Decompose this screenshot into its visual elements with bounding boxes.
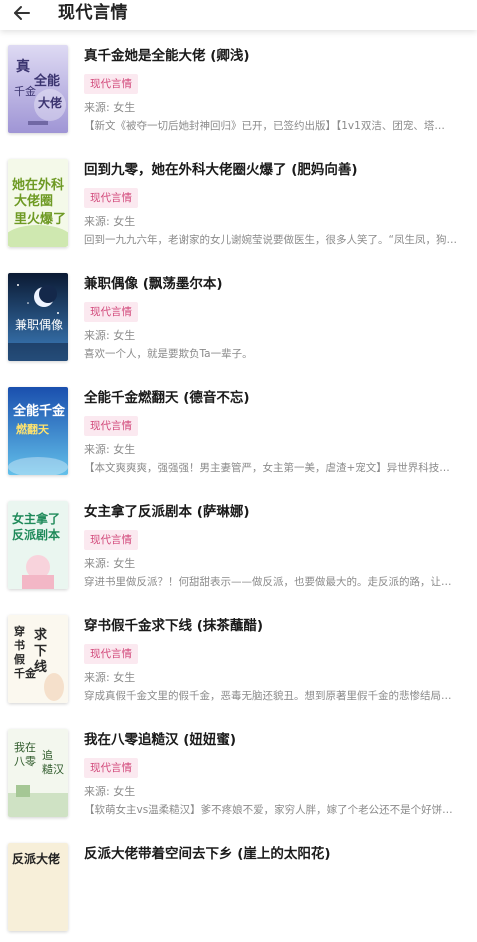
- genre-tag[interactable]: 现代言情: [84, 644, 138, 664]
- cover-image: 真 全能 千金 大佬: [8, 45, 68, 133]
- book-title[interactable]: 全能千金燃翻天 (德音不忘): [84, 389, 469, 407]
- genre-tag[interactable]: 现代言情: [84, 302, 138, 322]
- book-item[interactable]: 反派大佬 反派大佬带着空间去下乡 (崖上的太阳花): [0, 828, 477, 942]
- svg-text:反派大佬: 反派大佬: [12, 851, 60, 866]
- svg-text:大佬: 大佬: [38, 95, 62, 110]
- genre-tag[interactable]: 现代言情: [84, 530, 138, 550]
- book-cover[interactable]: 穿 书 假 千金 求 下 线: [8, 615, 68, 703]
- page-title: 现代言情: [58, 3, 128, 23]
- book-item[interactable]: 我在 八零 追 糙汉 我在八零追糙汉 (妞妞蜜) 现代言情 来源: 女生 【软萌…: [0, 714, 477, 828]
- book-cover[interactable]: 真 全能 千金 大佬: [8, 45, 68, 133]
- genre-tag[interactable]: 现代言情: [84, 188, 138, 208]
- svg-text:全能: 全能: [33, 73, 60, 89]
- svg-text:我在: 我在: [14, 741, 36, 754]
- book-cover[interactable]: 全能千金 燃翻天: [8, 387, 68, 475]
- genre-tag[interactable]: 现代言情: [84, 416, 138, 436]
- book-item[interactable]: 真 全能 千金 大佬 真千金她是全能大佬 (卿浅) 现代言情 来源: 女生 【新…: [0, 30, 477, 144]
- svg-text:下: 下: [34, 644, 47, 659]
- svg-text:真: 真: [16, 58, 30, 75]
- cover-image: 我在 八零 追 糙汉: [8, 729, 68, 817]
- book-item[interactable]: 全能千金 燃翻天 全能千金燃翻天 (德音不忘) 现代言情 来源: 女生 【本文爽…: [0, 372, 477, 486]
- back-button[interactable]: [10, 2, 34, 24]
- svg-text:穿: 穿: [14, 624, 25, 638]
- book-list: 真 全能 千金 大佬 真千金她是全能大佬 (卿浅) 现代言情 来源: 女生 【新…: [0, 30, 477, 942]
- book-item[interactable]: 穿 书 假 千金 求 下 线 穿书假千金求下线 (抹茶蘸醋) 现代言情 来源: …: [0, 600, 477, 714]
- book-item[interactable]: 她在外科 大佬圈 里火爆了 回到九零，她在外科大佬圈火爆了 (肥妈向善) 现代言…: [0, 144, 477, 258]
- arrow-left-icon: [14, 6, 30, 20]
- cover-image: 兼职偶像: [8, 273, 68, 361]
- book-title[interactable]: 女主拿了反派剧本 (萨琳娜): [84, 503, 469, 521]
- app-header: 现代言情: [0, 0, 477, 30]
- svg-text:燃翻天: 燃翻天: [15, 422, 50, 436]
- book-source: 来源: 女生: [84, 215, 136, 228]
- svg-text:糙汉: 糙汉: [42, 762, 64, 776]
- book-intro: 【本文爽爽爽，强强强！男主妻管严，女主第一美，虐渣+宠文】异世界科技…: [84, 462, 450, 474]
- book-intro: 穿成真假千金文里的假千金，恶毒无脑还貌丑。想到原著里假千金的悲惨结局…: [84, 690, 452, 702]
- book-cover[interactable]: 我在 八零 追 糙汉: [8, 729, 68, 817]
- svg-text:线: 线: [34, 659, 47, 675]
- svg-text:她在外科: 她在外科: [12, 177, 64, 193]
- book-title[interactable]: 我在八零追糙汉 (妞妞蜜): [84, 731, 469, 749]
- book-intro: 喜欢一个人，就是要欺负Ta一辈子。: [84, 348, 253, 360]
- svg-text:求: 求: [34, 627, 48, 643]
- svg-text:里火爆了: 里火爆了: [14, 211, 66, 227]
- book-item[interactable]: 女主拿了 反派剧本 女主拿了反派剧本 (萨琳娜) 现代言情 来源: 女生 穿进书…: [0, 486, 477, 600]
- book-title[interactable]: 真千金她是全能大佬 (卿浅): [84, 47, 469, 65]
- svg-text:兼职偶像: 兼职偶像: [15, 318, 63, 332]
- book-source: 来源: 女生: [84, 443, 136, 456]
- book-title[interactable]: 回到九零，她在外科大佬圈火爆了 (肥妈向善): [84, 161, 469, 179]
- genre-tag[interactable]: 现代言情: [84, 758, 138, 778]
- book-source: 来源: 女生: [84, 329, 136, 342]
- svg-text:大佬圈: 大佬圈: [14, 193, 53, 209]
- cover-image: 她在外科 大佬圈 里火爆了: [8, 159, 68, 247]
- svg-text:书: 书: [14, 638, 25, 652]
- book-intro: 穿进书里做反派？！何甜甜表示——做反派，也要做最大的。走反派的路，让…: [84, 576, 452, 588]
- svg-text:假: 假: [14, 652, 26, 666]
- book-intro: 【新文《被夺一切后她封神回归》已开，已签约出版】【1v1双洁、团宠、塔…: [84, 120, 445, 132]
- book-intro: 【软萌女主vs温柔糙汉】爹不疼娘不爱，家穷人胖，嫁了个老公还不是个好饼…: [84, 804, 453, 816]
- book-source: 来源: 女生: [84, 785, 136, 798]
- svg-text:女主拿了: 女主拿了: [12, 511, 60, 526]
- book-cover[interactable]: 女主拿了 反派剧本: [8, 501, 68, 589]
- book-source: 来源: 女生: [84, 557, 136, 570]
- book-cover[interactable]: 她在外科 大佬圈 里火爆了: [8, 159, 68, 247]
- genre-tag[interactable]: 现代言情: [84, 74, 138, 94]
- cover-image: 穿 书 假 千金 求 下 线: [8, 615, 68, 703]
- book-title[interactable]: 反派大佬带着空间去下乡 (崖上的太阳花): [84, 845, 469, 863]
- cover-image: 全能千金 燃翻天: [8, 387, 68, 475]
- book-cover[interactable]: 兼职偶像: [8, 273, 68, 361]
- book-title[interactable]: 兼职偶像 (飘荡墨尔本): [84, 275, 469, 293]
- book-source: 来源: 女生: [84, 671, 136, 684]
- svg-text:全能千金: 全能千金: [12, 403, 66, 419]
- book-title[interactable]: 穿书假千金求下线 (抹茶蘸醋): [84, 617, 469, 635]
- book-source: 来源: 女生: [84, 101, 136, 114]
- cover-image: 女主拿了 反派剧本: [8, 501, 68, 589]
- svg-text:千金: 千金: [14, 84, 36, 98]
- cover-image: 反派大佬: [8, 843, 68, 931]
- svg-text:追: 追: [42, 748, 53, 762]
- book-intro: 回到一九九六年，老谢家的女儿谢婉莹说要做医生，很多人笑了。“凤生凤，狗…: [84, 234, 457, 246]
- svg-text:反派剧本: 反派剧本: [12, 527, 60, 542]
- svg-text:八零: 八零: [14, 755, 36, 768]
- book-cover[interactable]: 反派大佬: [8, 843, 68, 931]
- book-item[interactable]: 兼职偶像 兼职偶像 (飘荡墨尔本) 现代言情 来源: 女生 喜欢一个人，就是要欺…: [0, 258, 477, 372]
